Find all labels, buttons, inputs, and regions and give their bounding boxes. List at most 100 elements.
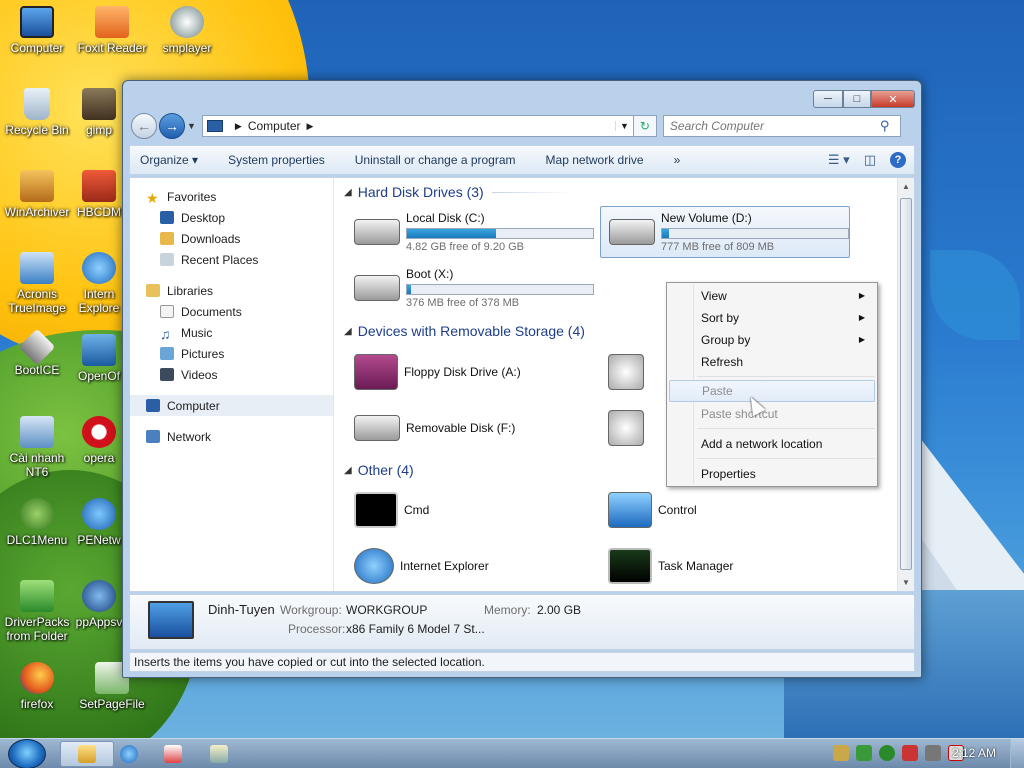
group-header-removable[interactable]: ◢ Devices with Removable Storage (4) (344, 321, 585, 341)
item-control[interactable]: Control (600, 484, 850, 536)
desktop-icon-label: PENetw (77, 533, 121, 547)
nav-videos[interactable]: Videos (130, 364, 333, 385)
desktop-icon-hbcdm[interactable]: HBCDM (75, 170, 123, 219)
tray-security-icon[interactable] (856, 745, 872, 761)
desktop-icon-gimp[interactable]: gimp (75, 88, 123, 137)
nav-computer[interactable]: Computer (130, 395, 333, 416)
desktop-icon-foxit-reader[interactable]: Foxit Reader (75, 6, 149, 55)
drive-tile-removable-f[interactable]: Removable Disk (F:) (346, 402, 596, 454)
drive-tile-d[interactable]: New Volume (D:) 777 MB free of 809 MB (600, 206, 850, 258)
drive-tile-c[interactable]: Local Disk (C:) 4.82 GB free of 9.20 GB (346, 206, 596, 258)
app-icon (210, 745, 228, 763)
scroll-down-icon[interactable]: ▼ (898, 574, 914, 591)
more-commands-button[interactable]: » (674, 153, 681, 167)
menu-item-paste-shortcut[interactable]: Paste shortcut (669, 403, 875, 425)
nav-desktop[interactable]: Desktop (130, 207, 333, 228)
item-cmd[interactable]: Cmd (346, 484, 596, 536)
vertical-scrollbar[interactable]: ▲ ▼ (897, 178, 914, 591)
item-task-manager[interactable]: Task Manager (600, 540, 850, 592)
scroll-up-icon[interactable]: ▲ (898, 178, 914, 195)
scroll-thumb[interactable] (900, 198, 912, 570)
menu-item-group-by[interactable]: Group by ▶ (669, 329, 875, 351)
star-icon: ★ (146, 190, 159, 206)
back-button[interactable]: ← (131, 113, 157, 139)
chevron-right-icon[interactable]: ▶ (307, 121, 314, 132)
desktop-icon-ppapps[interactable]: ppAppsv (75, 580, 123, 629)
change-view-icon[interactable]: ☰ ▾ (828, 152, 850, 168)
group-header-other[interactable]: ◢ Other (4) (344, 460, 414, 480)
drive-tile-floppy[interactable]: Floppy Disk Drive (A:) (346, 346, 596, 398)
cmd-icon (354, 492, 398, 528)
recent-pages-dropdown[interactable]: ▼ (187, 121, 196, 131)
desktop-icon-firefox[interactable]: firefox (0, 662, 74, 711)
group-header-hdd[interactable]: ◢ Hard Disk Drives (3) (344, 182, 572, 202)
search-input[interactable] (669, 119, 880, 133)
show-desktop-button[interactable] (1010, 739, 1024, 768)
refresh-button[interactable]: ↻ (632, 115, 657, 137)
desktop-icon-acronis[interactable]: Acronis TrueImage (0, 252, 74, 315)
menu-item-paste[interactable]: Paste (669, 380, 875, 402)
desktop-icon-penetwork[interactable]: PENetw (75, 498, 123, 547)
nav-pictures[interactable]: Pictures (130, 343, 333, 364)
start-button[interactable] (8, 739, 46, 768)
group-title: Hard Disk Drives (3) (357, 184, 484, 200)
menu-item-view[interactable]: View ▶ (669, 285, 875, 307)
tray-app-icon[interactable] (902, 745, 918, 761)
nav-favorites[interactable]: ★ Favorites (130, 186, 333, 207)
nav-downloads[interactable]: Downloads (130, 228, 333, 249)
map-network-drive-button[interactable]: Map network drive (546, 153, 644, 167)
desktop-icon-smplayer[interactable]: smplayer (150, 6, 224, 55)
desktop-icon-opera[interactable]: opera (75, 416, 123, 465)
chevron-right-icon[interactable]: ▶ (235, 121, 242, 132)
preview-pane-icon[interactable]: ◫ (864, 152, 876, 168)
system-tray (826, 745, 964, 761)
drive-tile-cd[interactable] (600, 346, 650, 398)
nav-network[interactable]: Network (130, 426, 333, 447)
nav-libraries[interactable]: Libraries (130, 280, 333, 301)
search-icon[interactable]: ⚲ (880, 118, 890, 134)
nav-documents[interactable]: Documents (130, 301, 333, 322)
desktop-icon-driverpacks[interactable]: DriverPacks from Folder (0, 580, 74, 643)
tray-app-icon[interactable] (833, 745, 849, 761)
help-icon[interactable]: ? (890, 152, 906, 168)
desktop-icon-recycle-bin[interactable]: Recycle Bin (0, 88, 74, 137)
forward-button[interactable]: → (159, 113, 185, 139)
menu-item-sort-by[interactable]: Sort by ▶ (669, 307, 875, 329)
menu-item-add-network-location[interactable]: Add a network location (669, 433, 875, 455)
desktop-icon-cai-nhanh-nt6[interactable]: Cài nhanh NT6 (0, 416, 74, 479)
details-pane: Dinh-Tuyen Workgroup: WORKGROUP Memory: … (129, 594, 915, 650)
taskbar-app[interactable] (192, 741, 246, 767)
desktop-icon (160, 211, 174, 224)
desktop-icon-bootice[interactable]: BootICE (0, 328, 74, 377)
desktop-icon-computer[interactable]: Computer (0, 6, 74, 55)
desktop-icon-internet-explorer[interactable]: Intern Explore (75, 252, 123, 315)
drive-tile-cd2[interactable] (600, 402, 650, 454)
menu-item-refresh[interactable]: Refresh (669, 351, 875, 373)
breadcrumb-computer[interactable]: Computer (248, 119, 301, 133)
collapse-icon: ◢ (344, 186, 352, 198)
bootice-icon (18, 328, 56, 366)
search-box: ⚲ (662, 115, 901, 137)
wallpaper-leaf (930, 250, 1020, 340)
drive-tile-x[interactable]: Boot (X:) 376 MB free of 378 MB (346, 262, 596, 314)
nav-recent-places[interactable]: Recent Places (130, 249, 333, 270)
close-button[interactable]: ✕ (871, 90, 915, 108)
clock[interactable]: 2:12 AM (952, 746, 996, 760)
nav-label: Pictures (181, 346, 225, 361)
desktop-icon-dlc1menu[interactable]: DLC1Menu (0, 498, 74, 547)
desktop-icon-label: HBCDM (77, 205, 121, 219)
tray-network-icon[interactable] (925, 745, 941, 761)
minimize-button[interactable]: ─ (813, 90, 843, 108)
desktop-icon-openoffice[interactable]: OpenOf (75, 334, 123, 383)
uninstall-program-button[interactable]: Uninstall or change a program (355, 153, 516, 167)
system-properties-button[interactable]: System properties (228, 153, 325, 167)
nav-music[interactable]: ♫ Music (130, 322, 333, 343)
item-internet-explorer[interactable]: Internet Explorer (346, 540, 596, 592)
organize-button[interactable]: Organize (140, 153, 198, 167)
menu-item-properties[interactable]: Properties (669, 463, 875, 485)
address-dropdown-icon[interactable]: ▼ (614, 121, 633, 131)
tray-play-icon[interactable] (879, 745, 895, 761)
address-bar[interactable]: ▶ Computer ▶ ▼ (201, 115, 634, 137)
maximize-button[interactable]: □ (843, 90, 871, 108)
desktop-icon-winarchiver[interactable]: WinArchiver (0, 170, 74, 219)
